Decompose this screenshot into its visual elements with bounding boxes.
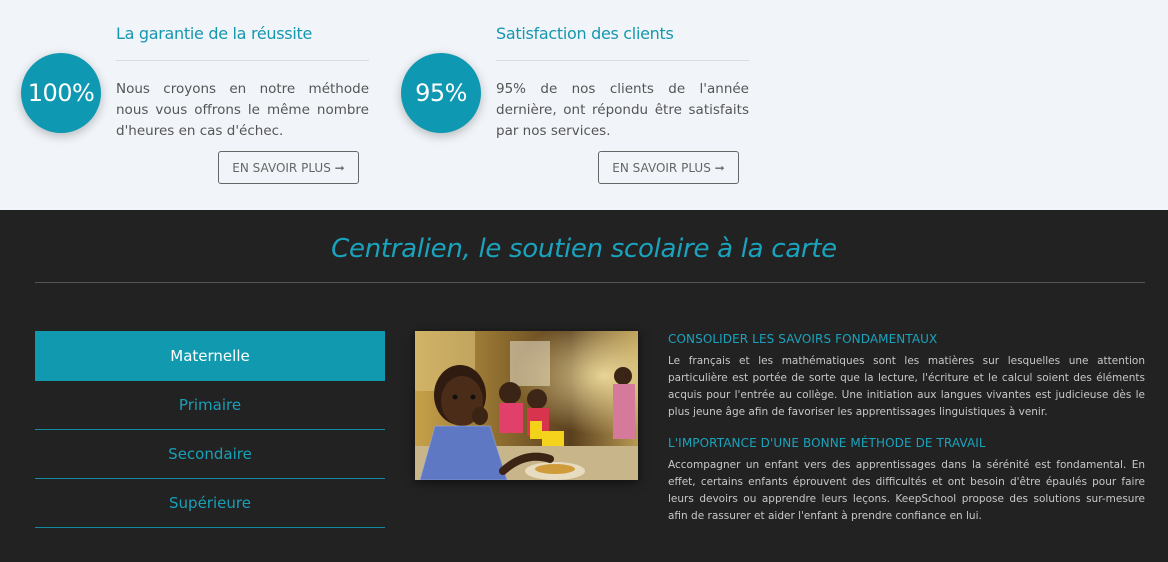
- feature-title: La garantie de la réussite: [116, 24, 313, 43]
- level-tab-maternelle[interactable]: Maternelle: [35, 331, 385, 381]
- divider: [496, 60, 749, 61]
- divider: [35, 282, 1145, 283]
- content-paragraph: Accompagner un enfant vers des apprentis…: [668, 459, 1145, 522]
- section-headline: Centralien, le soutien scolaire à la car…: [331, 234, 837, 264]
- divider: [116, 60, 369, 61]
- level-tab-secondaire[interactable]: Secondaire: [35, 430, 385, 479]
- content-heading: L'IMPORTANCE D'UNE BONNE MÉTHODE DE TRAV…: [668, 436, 986, 450]
- learn-more-button[interactable]: EN SAVOIR PLUS ➞: [218, 151, 359, 184]
- percent-badge: 100%: [21, 53, 101, 133]
- feature-text: 95% de nos clients de l'année dernière, …: [496, 81, 749, 139]
- content-heading: CONSOLIDER LES SAVOIRS FONDAMENTAUX: [668, 332, 938, 346]
- level-menu: Maternelle Primaire Secondaire Supérieur…: [35, 331, 385, 528]
- levels-section: Centralien, le soutien scolaire à la car…: [0, 210, 1168, 562]
- features-section: 100% La garantie de la réussite Nous cro…: [0, 0, 1168, 210]
- level-content: CONSOLIDER LES SAVOIRS FONDAMENTAUX Le f…: [668, 331, 1145, 525]
- feature-satisfaction: 95% Satisfaction des clients 95% de nos …: [401, 0, 761, 210]
- feature-title: Satisfaction des clients: [496, 24, 674, 43]
- child-eating-photo: [415, 331, 638, 480]
- feature-text: Nous croyons en notre méthode nous vous …: [116, 81, 369, 139]
- feature-guarantee: 100% La garantie de la réussite Nous cro…: [21, 0, 381, 210]
- learn-more-button[interactable]: EN SAVOIR PLUS ➞: [598, 151, 739, 184]
- level-tab-primaire[interactable]: Primaire: [35, 381, 385, 430]
- level-tab-superieure[interactable]: Supérieure: [35, 479, 385, 528]
- content-paragraph: Le français et les mathématiques sont le…: [668, 355, 1145, 418]
- photo-illustration: [415, 331, 638, 480]
- percent-badge: 95%: [401, 53, 481, 133]
